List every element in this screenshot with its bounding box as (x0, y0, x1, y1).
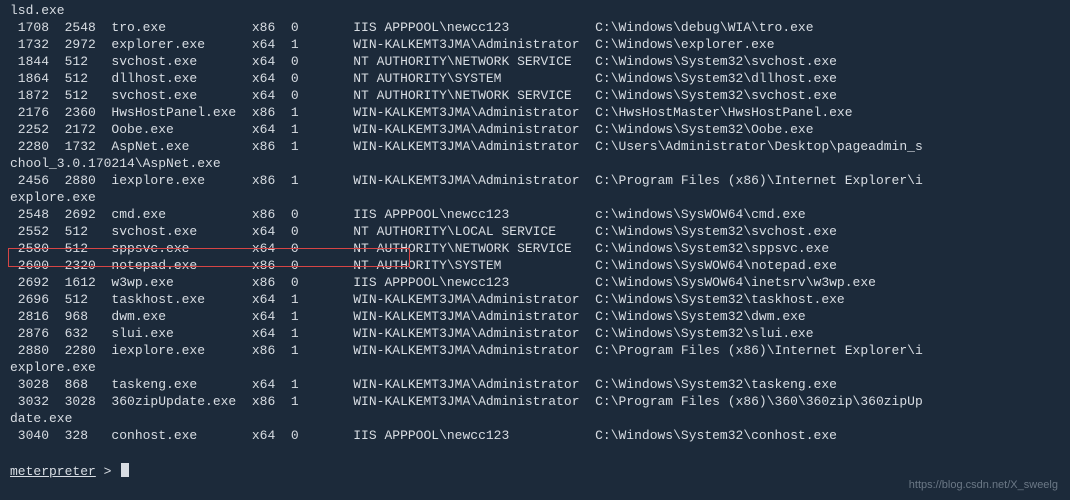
wrap-line: date.exe (10, 410, 1060, 427)
prompt-label: meterpreter (10, 464, 96, 479)
process-row: 3032 3028 360zipUpdate.exe x86 1 WIN-KAL… (10, 393, 1060, 410)
process-row: 2880 2280 iexplore.exe x86 1 WIN-KALKEMT… (10, 342, 1060, 359)
process-row: lsd.exe (10, 2, 1060, 19)
wrap-line: explore.exe (10, 359, 1060, 376)
process-row: 1708 2548 tro.exe x86 0 IIS APPPOOL\newc… (10, 19, 1060, 36)
wrap-line: chool_3.0.170214\AspNet.exe (10, 155, 1060, 172)
watermark-text: https://blog.csdn.net/X_sweelg (909, 477, 1058, 494)
process-row: 2580 512 sppsvc.exe x64 0 NT AUTHORITY\N… (10, 240, 1060, 257)
wrap-line: explore.exe (10, 189, 1060, 206)
process-row: 3040 328 conhost.exe x64 0 IIS APPPOOL\n… (10, 427, 1060, 444)
terminal-output: lsd.exe 1708 2548 tro.exe x86 0 IIS APPP… (0, 0, 1070, 480)
process-row: 2600 2320 notepad.exe x86 0 NT AUTHORITY… (10, 257, 1060, 274)
process-row: 2176 2360 HwsHostPanel.exe x86 1 WIN-KAL… (10, 104, 1060, 121)
blank-line (10, 444, 1060, 461)
process-row: 2696 512 taskhost.exe x64 1 WIN-KALKEMT3… (10, 291, 1060, 308)
process-row: 2692 1612 w3wp.exe x86 0 IIS APPPOOL\new… (10, 274, 1060, 291)
process-row: 2816 968 dwm.exe x64 1 WIN-KALKEMT3JMA\A… (10, 308, 1060, 325)
process-row: 3028 868 taskeng.exe x64 1 WIN-KALKEMT3J… (10, 376, 1060, 393)
terminal-window: lsd.exe 1708 2548 tro.exe x86 0 IIS APPP… (0, 0, 1070, 500)
process-row: 2548 2692 cmd.exe x86 0 IIS APPPOOL\newc… (10, 206, 1060, 223)
process-row: 1732 2972 explorer.exe x64 1 WIN-KALKEMT… (10, 36, 1060, 53)
process-row: 2876 632 slui.exe x64 1 WIN-KALKEMT3JMA\… (10, 325, 1060, 342)
process-row: 1864 512 dllhost.exe x64 0 NT AUTHORITY\… (10, 70, 1060, 87)
cursor-icon (121, 463, 129, 477)
process-row: 1844 512 svchost.exe x64 0 NT AUTHORITY\… (10, 53, 1060, 70)
process-row: 1872 512 svchost.exe x64 0 NT AUTHORITY\… (10, 87, 1060, 104)
process-row: 2252 2172 Oobe.exe x64 1 WIN-KALKEMT3JMA… (10, 121, 1060, 138)
process-row: 2456 2880 iexplore.exe x86 1 WIN-KALKEMT… (10, 172, 1060, 189)
process-row: 2552 512 svchost.exe x64 0 NT AUTHORITY\… (10, 223, 1060, 240)
process-row: 2280 1732 AspNet.exe x86 1 WIN-KALKEMT3J… (10, 138, 1060, 155)
prompt-line[interactable]: meterpreter > (10, 463, 1060, 480)
